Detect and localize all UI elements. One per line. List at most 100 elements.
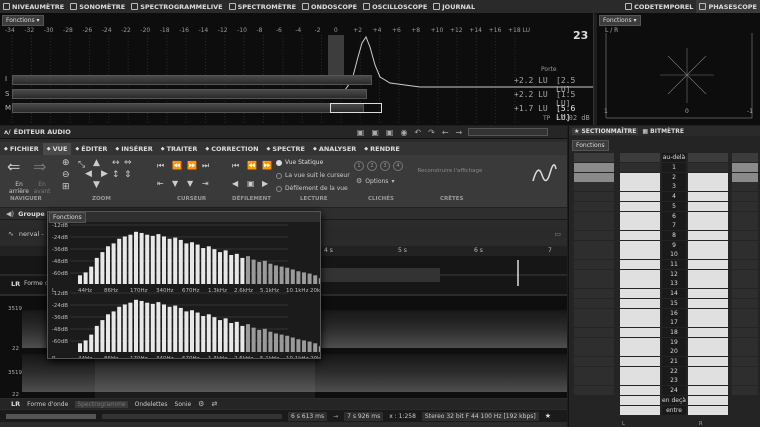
view-tab-spectrogram[interactable]: Spectrogramme bbox=[75, 400, 128, 408]
tab-6[interactable]: JOURNAL bbox=[430, 0, 478, 13]
menu-3[interactable]: ◆ INSÉRER bbox=[111, 143, 156, 155]
spectrum-bar bbox=[134, 299, 138, 352]
file-tab[interactable]: nerval - bbox=[19, 230, 44, 238]
arrow-left-icon[interactable]: ◀ bbox=[85, 170, 92, 179]
lecture-option-scroll[interactable]: Défilement de la vue bbox=[276, 185, 348, 192]
scale-tick-label: -16 bbox=[179, 27, 189, 34]
star-icon[interactable]: ★ bbox=[545, 412, 551, 420]
scroll-next-icon[interactable]: ⏩ bbox=[262, 161, 272, 170]
status-end[interactable]: 7 s 926 ms bbox=[344, 411, 384, 421]
marker-prev-icon[interactable]: ⇤ bbox=[157, 179, 164, 188]
menu-5[interactable]: ◆ CORRECTION bbox=[201, 143, 262, 155]
menu-4[interactable]: ◆ TRAITER bbox=[157, 143, 202, 155]
cursor-next-icon[interactable]: ⏩ bbox=[187, 161, 197, 170]
nav-forward-icon[interactable]: ⇒ bbox=[33, 159, 46, 175]
tab-codetemporel[interactable]: CODETEMPOREL bbox=[622, 0, 696, 13]
arrow-up-icon[interactable]: ▲ bbox=[93, 159, 100, 168]
tab-3[interactable]: SPECTROMÈTRE bbox=[226, 0, 299, 13]
forward-icon[interactable]: → bbox=[456, 128, 463, 137]
section-functions-button[interactable]: Fonctions bbox=[572, 140, 609, 151]
options-button[interactable]: ⚙ Options ▾ bbox=[356, 177, 394, 185]
menu-7[interactable]: ◆ ANALYSER bbox=[309, 143, 360, 155]
scroll-left-icon[interactable]: ◀ bbox=[232, 179, 238, 188]
snapshot-button[interactable]: 2 bbox=[367, 161, 377, 171]
spectrum-bar bbox=[218, 320, 222, 352]
group-label: CRÊTES bbox=[440, 196, 464, 202]
bit-cell-l2 bbox=[620, 192, 660, 202]
tab-0[interactable]: NIVEAUMÈTRE bbox=[0, 0, 67, 13]
freq-label: 5.1kHz bbox=[260, 356, 279, 358]
preset-dropdown[interactable] bbox=[468, 128, 548, 136]
lecture-option-follow[interactable]: La vue suit le curseur bbox=[276, 172, 350, 179]
view-tab-loudness[interactable]: Sonie bbox=[175, 401, 192, 408]
zoom-in-icon[interactable]: ⊕ bbox=[62, 159, 70, 168]
ribbon-group-labels: NAVIGUER ZOOM CURSEUR DÉFILEMENT LECTURE CLIC… bbox=[0, 195, 567, 205]
marker-down-icon[interactable]: ▼ bbox=[172, 179, 178, 188]
menu-1[interactable]: ◆ VUE bbox=[42, 142, 72, 155]
tab-2[interactable]: SPECTROGRAMMELIVE bbox=[128, 0, 225, 13]
nav-forward-label[interactable]: En avant bbox=[32, 181, 52, 195]
tab-4[interactable]: ONDOSCOPE bbox=[299, 0, 360, 13]
bit-cell-r1 bbox=[688, 192, 728, 202]
scale-tick-label: +4 bbox=[372, 27, 382, 34]
scroll-bar[interactable] bbox=[6, 413, 96, 419]
spectrum-bar bbox=[94, 325, 99, 352]
view-tab-wavelet[interactable]: Ondelettes bbox=[135, 401, 168, 408]
snapshot-button[interactable]: 1 bbox=[354, 161, 364, 171]
zoom-fit-icon[interactable]: ⊞ bbox=[62, 183, 70, 192]
snapshot-button[interactable]: 4 bbox=[393, 161, 403, 171]
status-format[interactable]: Stereo 32 bit F 44 100 Hz [192 kbps] bbox=[421, 411, 539, 421]
status-start[interactable]: 6 s 613 ms bbox=[288, 411, 328, 421]
bit-cell-r2 bbox=[732, 211, 758, 221]
menu-0[interactable]: ◆ FICHIER bbox=[0, 143, 43, 155]
spec-y-top-1: 3519 bbox=[8, 306, 22, 312]
zoom-out-icon[interactable]: ⊖ bbox=[62, 171, 70, 180]
redo-icon[interactable]: ↷ bbox=[428, 128, 435, 137]
zoom-h-in-icon[interactable]: ↔ bbox=[112, 159, 120, 168]
bit-row-label: 5 bbox=[662, 201, 686, 211]
save-icon[interactable]: ▣ bbox=[371, 128, 379, 137]
marker-up-icon[interactable]: ▼ bbox=[187, 179, 193, 188]
nav-back-label[interactable]: En arrière bbox=[8, 181, 30, 195]
zoom-v-in-icon[interactable]: ↕ bbox=[112, 171, 120, 180]
zoom-v-out-icon[interactable]: ⇕ bbox=[124, 171, 132, 180]
zoom-h-out-icon[interactable]: ⇔ bbox=[124, 159, 132, 168]
arrow-right-icon[interactable]: ▶ bbox=[101, 170, 108, 179]
scroll-track[interactable] bbox=[102, 413, 282, 419]
phase-functions-button[interactable]: Fonctions ▾ bbox=[599, 15, 641, 26]
tab-phasescope[interactable]: PHASESCOPE bbox=[696, 0, 760, 13]
scroll-right-icon[interactable]: ▶ bbox=[262, 179, 268, 188]
spectrum-bar bbox=[78, 343, 82, 352]
menu-2[interactable]: ◆ ÉDITER bbox=[71, 143, 111, 155]
undo-icon[interactable]: ↶ bbox=[414, 128, 421, 137]
tab-section-master[interactable]: ★ SECTIONMAÎTRE bbox=[572, 127, 639, 135]
tab-bitmeter[interactable]: ▦ BITMÈTRE bbox=[642, 128, 684, 135]
menu-8[interactable]: ◆ RENDRE bbox=[360, 143, 404, 155]
menu-6[interactable]: ◆ SPECTRE bbox=[263, 143, 309, 155]
nav-back-icon[interactable]: ⇐ bbox=[7, 159, 20, 175]
arrow-down-icon[interactable]: ▼ bbox=[93, 181, 100, 190]
open-icon[interactable]: ▣ bbox=[357, 128, 365, 137]
snapshot-button[interactable]: 3 bbox=[380, 161, 390, 171]
lecture-option-static[interactable]: Vue Statique bbox=[276, 159, 323, 166]
marker-next-icon[interactable]: ⇥ bbox=[202, 179, 209, 188]
view-tab-waveform[interactable]: Forme d'onde bbox=[27, 401, 68, 408]
panel-toggle-icon[interactable]: ▭ bbox=[554, 230, 561, 238]
scroll-center-icon[interactable]: ▣ bbox=[247, 179, 255, 188]
cursor-prev-icon[interactable]: ⏪ bbox=[172, 161, 182, 170]
settings-icon[interactable]: ⚙ bbox=[198, 400, 204, 408]
track-view-label[interactable]: Forme d bbox=[24, 280, 49, 287]
tab-5[interactable]: OSCILLOSCOPE bbox=[360, 0, 430, 13]
cursor-start-icon[interactable]: ⏮ bbox=[157, 161, 164, 170]
reconstruct-button[interactable]: Reconstruire l'affichage bbox=[415, 168, 485, 174]
save-as-icon[interactable]: ▣ bbox=[386, 128, 394, 137]
scroll-start-icon[interactable]: ⏮ bbox=[232, 161, 239, 170]
cursor-end-icon[interactable]: ⏭ bbox=[202, 161, 209, 170]
sync-icon[interactable]: ⇄ bbox=[211, 400, 217, 408]
spectrum-bar bbox=[111, 243, 116, 284]
back-icon[interactable]: ← bbox=[442, 128, 449, 137]
meter-functions-button[interactable]: Fonctions ▾ bbox=[2, 15, 44, 26]
stop-icon[interactable]: ◉ bbox=[400, 128, 407, 137]
scroll-prev-icon[interactable]: ⏪ bbox=[247, 161, 257, 170]
tab-1[interactable]: SONOMÈTRE bbox=[67, 0, 128, 13]
